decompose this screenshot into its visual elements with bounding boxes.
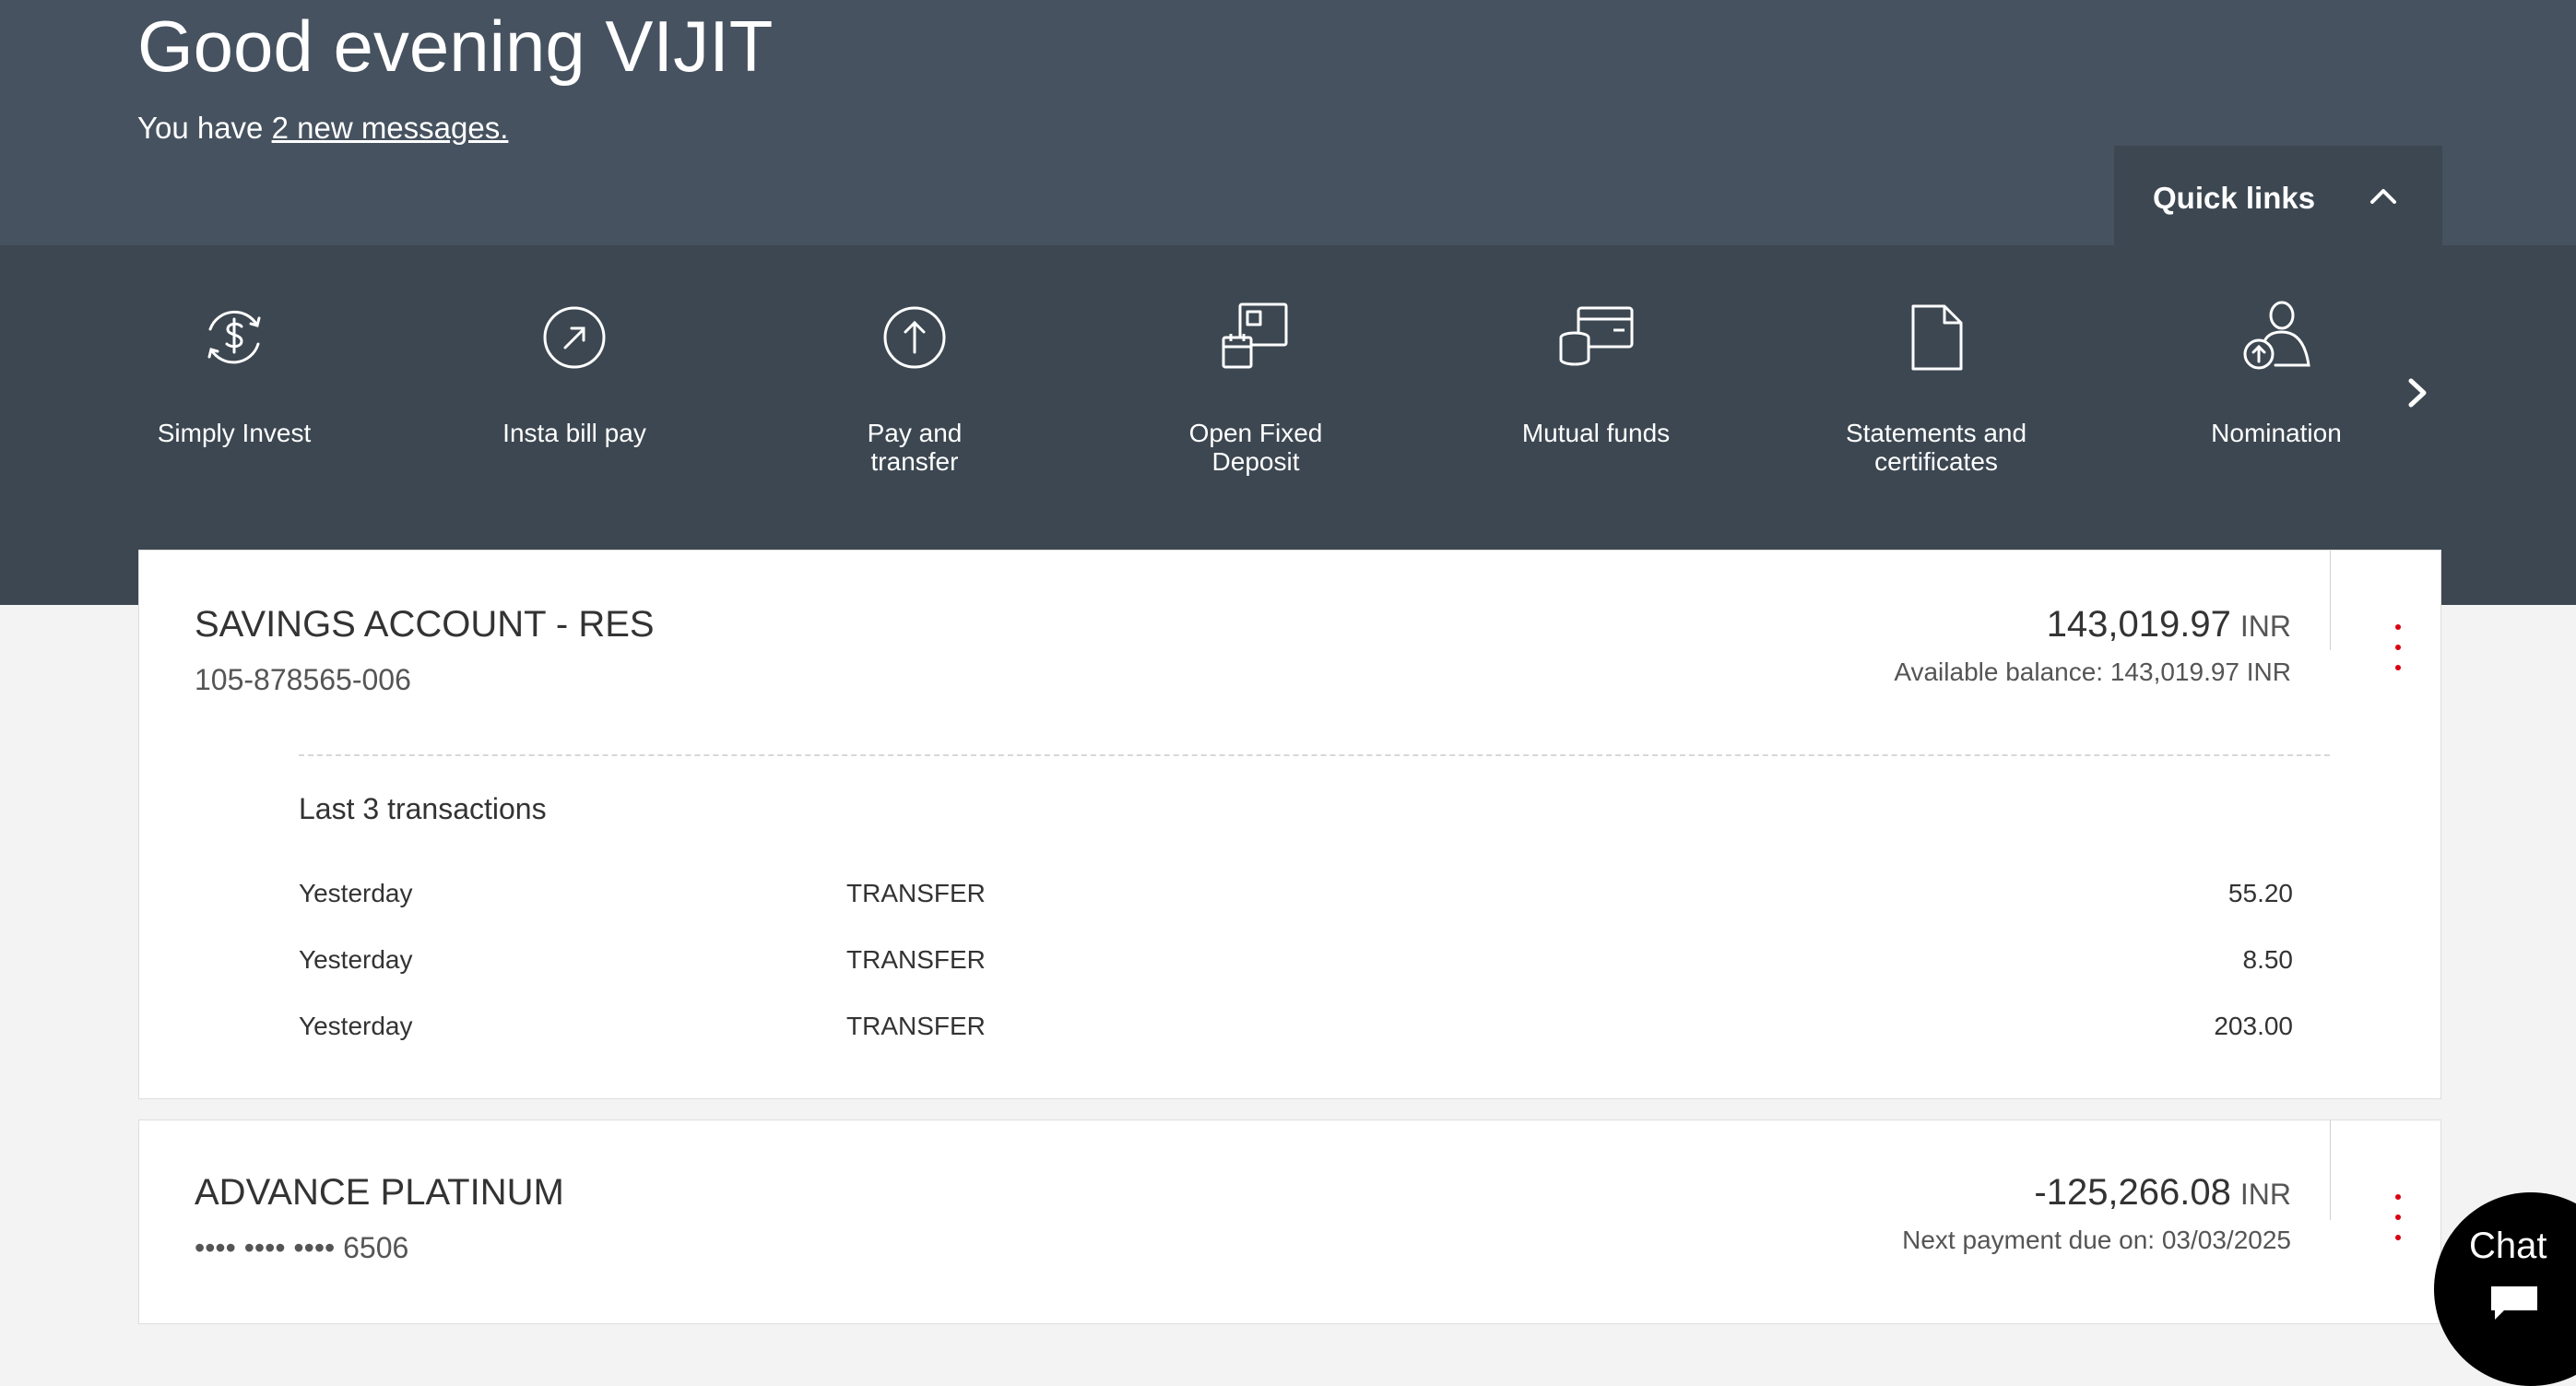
account-name: SAVINGS ACCOUNT - RES [195,604,655,645]
quick-link-open-fixed-deposit[interactable]: Open Fixed Deposit [1117,301,1394,494]
account-card-advance-platinum[interactable]: ADVANCE PLATINUM •••• •••• •••• 6506 -12… [138,1119,2441,1324]
quick-link-insta-bill-pay[interactable]: Insta bill pay [436,301,713,494]
document-icon [1911,304,1963,371]
greeting-title: Good evening VIJIT [137,6,774,87]
account-name: ADVANCE PLATINUM [195,1172,564,1213]
quick-link-simply-invest[interactable]: Simply Invest [96,301,372,494]
quick-link-nomination[interactable]: Nomination [2138,301,2415,494]
divider [299,754,2330,756]
balance-amount: -125,266.08 [2034,1172,2231,1213]
transaction-date: Yesterday [299,879,413,907]
balance-currency: INR [2239,1178,2291,1211]
quick-link-label: Nomination [2211,419,2342,447]
quick-links-toggle[interactable]: Quick links [2114,146,2442,245]
transaction-description: TRANSFER [846,1012,986,1040]
quick-link-label: Statements and certificates [1845,419,2027,476]
arrow-up-right-circle-icon [543,306,606,369]
next-payment-due: Next payment due on: 03/03/2025 [1902,1226,2291,1254]
quick-link-statements-and-certificates[interactable]: Statements and certificates [1798,301,2074,494]
quick-link-label: Mutual funds [1521,419,1671,447]
chevron-right-icon[interactable] [2393,369,2441,417]
available-balance: Available balance: 143,019.97 INR [1894,657,2291,686]
transaction-date: Yesterday [299,1012,413,1040]
divider [2330,551,2331,650]
transaction-description: TRANSFER [846,879,986,907]
divider [2330,1120,2331,1220]
coins-card-icon [1559,306,1634,366]
dollar-refresh-icon [207,310,261,364]
transaction-date: Yesterday [299,945,413,974]
account-card-savings[interactable]: SAVINGS ACCOUNT - RES 105-878565-006 143… [138,550,2441,1099]
chat-label: Chat [2469,1226,2547,1266]
transaction-amount: 8.50 [2242,945,2294,974]
account-balance: 143,019.97 INR [2047,604,2291,646]
messages-prefix: You have [137,111,272,145]
transactions-heading: Last 3 transactions [299,792,547,825]
transaction-amount: 203.00 [2214,1012,2293,1040]
person-upload-icon [2243,301,2310,370]
balance-amount: 143,019.97 [2046,604,2231,645]
quick-link-label: Simply Invest [157,419,312,447]
chat-button[interactable]: Chat [2434,1192,2576,1386]
account-balance: -125,266.08 INR [2034,1172,2291,1214]
account-number: 105-878565-006 [195,663,411,696]
more-options-icon[interactable] [2370,1191,2426,1255]
fixed-deposit-icon [1222,302,1288,369]
quick-link-label: Insta bill pay [502,419,646,447]
quick-link-label: Pay and transfer [867,419,963,476]
more-options-icon[interactable] [2370,621,2426,685]
messages-notice: You have 2 new messages. [137,111,508,146]
new-messages-link[interactable]: 2 new messages. [272,111,509,145]
transaction-row[interactable]: Yesterday TRANSFER 8.50 [139,945,2442,982]
quick-link-pay-and-transfer[interactable]: Pay and transfer [776,301,1053,494]
card-number: •••• •••• •••• 6506 [195,1231,409,1264]
chevron-up-icon [2370,189,2396,204]
quick-links-label: Quick links [2153,181,2316,215]
transaction-description: TRANSFER [846,945,986,974]
quick-link-mutual-funds[interactable]: Mutual funds [1458,301,1734,494]
balance-currency: INR [2239,610,2291,643]
chat-bubble-icon [2491,1286,2537,1320]
transaction-row[interactable]: Yesterday TRANSFER 203.00 [139,1012,2442,1048]
transaction-row[interactable]: Yesterday TRANSFER 55.20 [139,879,2442,916]
arrow-up-circle-icon [883,306,946,369]
quick-link-label: Open Fixed Deposit [1188,419,1323,476]
transaction-amount: 55.20 [2227,879,2293,907]
header-banner: Good evening VIJIT You have 2 new messag… [0,0,2576,245]
